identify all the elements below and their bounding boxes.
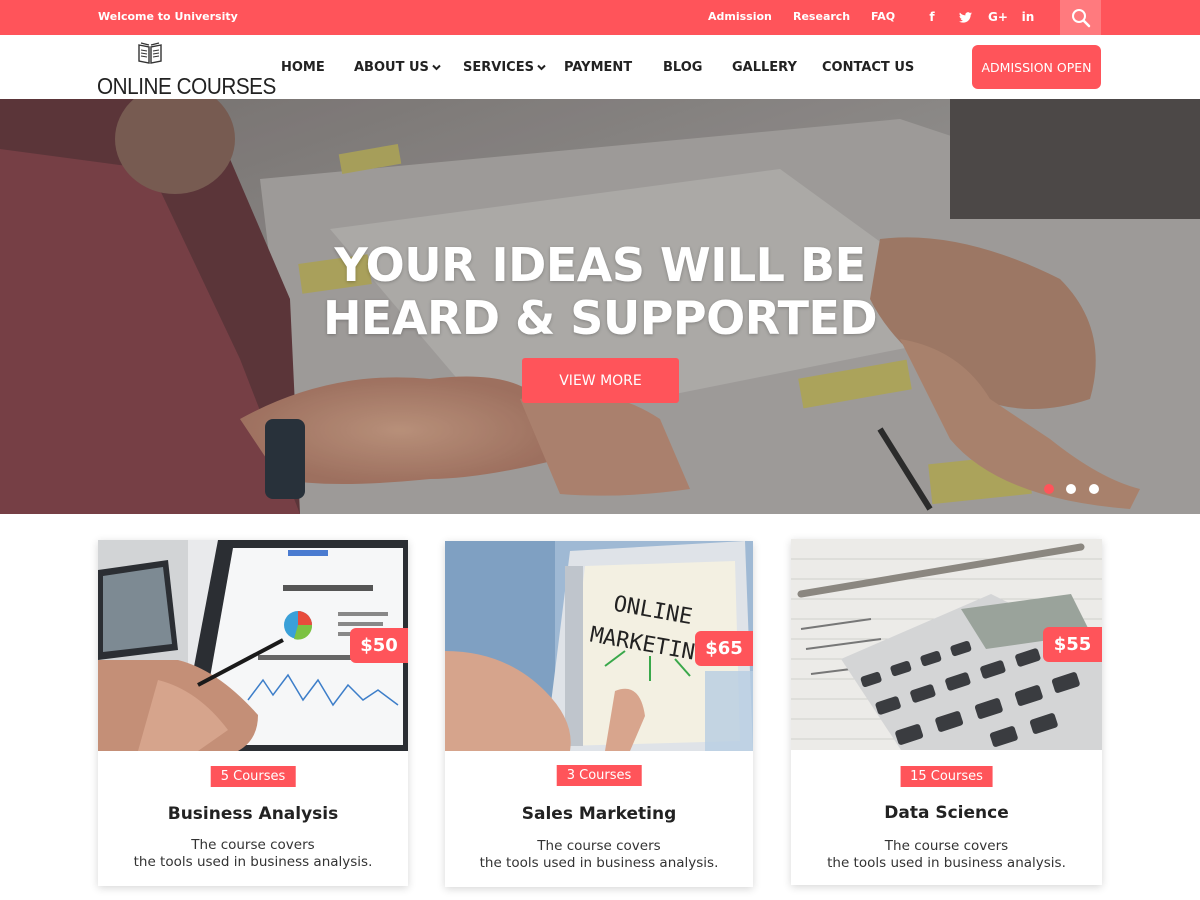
nav-contact-us-label: CONTACT US bbox=[822, 60, 915, 75]
search-icon bbox=[1071, 8, 1090, 27]
course-description: The course covers the tools used in busi… bbox=[791, 838, 1102, 872]
slider-dot-2[interactable] bbox=[1066, 484, 1076, 494]
google-plus-icon[interactable]: G+ bbox=[987, 8, 1009, 26]
price-badge: $65 bbox=[695, 631, 753, 666]
hero-title: YOUR IDEAS WILL BE HEARD & SUPPORTED bbox=[0, 239, 1200, 345]
welcome-text: Welcome to University bbox=[98, 10, 238, 23]
course-card-data-science[interactable]: $55 15 Courses Data Science The course c… bbox=[791, 539, 1102, 885]
course-description-line-2: the tools used in business analysis. bbox=[133, 854, 373, 870]
top-link-research[interactable]: Research bbox=[793, 10, 850, 23]
course-title[interactable]: Business Analysis bbox=[98, 804, 408, 824]
course-title[interactable]: Data Science bbox=[791, 803, 1102, 823]
chevron-down-icon bbox=[537, 64, 546, 71]
nav-blog-label: BLOG bbox=[663, 60, 703, 75]
course-description-line-2: the tools used in business analysis. bbox=[827, 855, 1066, 871]
book-icon bbox=[138, 42, 162, 64]
nav-gallery-label: GALLERY bbox=[732, 60, 797, 75]
price-badge: $50 bbox=[350, 628, 408, 663]
slider-dot-3[interactable] bbox=[1089, 484, 1099, 494]
hero-title-line-1: YOUR IDEAS WILL BE bbox=[334, 238, 866, 292]
nav-payment[interactable]: PAYMENT bbox=[564, 60, 632, 75]
nav-services-label: SERVICES bbox=[463, 60, 534, 75]
twitter-icon[interactable] bbox=[956, 8, 974, 26]
main-header: ONLINE COURSES HOME ABOUT US SERVICES PA… bbox=[0, 35, 1200, 99]
course-title[interactable]: Sales Marketing bbox=[445, 804, 753, 824]
nav-home[interactable]: HOME bbox=[281, 60, 325, 75]
nav-blog[interactable]: BLOG bbox=[663, 60, 702, 75]
view-more-button[interactable]: VIEW MORE bbox=[522, 358, 679, 403]
top-link-admission[interactable]: Admission bbox=[708, 10, 772, 23]
top-bar: Welcome to University Admission Research… bbox=[0, 0, 1200, 35]
top-link-faq[interactable]: FAQ bbox=[871, 10, 895, 23]
course-card-business-analysis[interactable]: $50 5 Courses Business Analysis The cour… bbox=[98, 540, 408, 886]
course-count-badge: 15 Courses bbox=[900, 766, 993, 787]
course-description-line-2: the tools used in business analysis. bbox=[479, 855, 719, 871]
course-card-sales-marketing[interactable]: ONLINE MARKETIN $65 3 Courses Sales Mark… bbox=[445, 541, 753, 887]
course-description: The course covers the tools used in busi… bbox=[445, 838, 753, 872]
course-count-badge: 5 Courses bbox=[210, 766, 296, 787]
nav-gallery[interactable]: GALLERY bbox=[732, 60, 797, 75]
slider-dot-1[interactable] bbox=[1044, 484, 1054, 494]
price-badge: $55 bbox=[1043, 627, 1102, 662]
site-logo[interactable]: ONLINE COURSES bbox=[97, 41, 276, 99]
linkedin-icon[interactable]: in bbox=[1019, 8, 1037, 26]
nav-about-us-label: ABOUT US bbox=[354, 60, 429, 75]
admission-open-button[interactable]: ADMISSION OPEN bbox=[972, 45, 1101, 89]
hero-title-line-2: HEARD & SUPPORTED bbox=[322, 291, 878, 345]
nav-about-us[interactable]: ABOUT US bbox=[354, 60, 441, 75]
course-description-line-1: The course covers bbox=[191, 837, 315, 853]
search-button[interactable] bbox=[1060, 0, 1101, 35]
facebook-icon[interactable]: f bbox=[923, 8, 941, 26]
nav-services[interactable]: SERVICES bbox=[463, 60, 546, 75]
logo-text: ONLINE COURSES bbox=[97, 73, 276, 99]
hero-slider: YOUR IDEAS WILL BE HEARD & SUPPORTED VIE… bbox=[0, 99, 1200, 514]
course-description: The course covers the tools used in busi… bbox=[98, 837, 408, 871]
nav-home-label: HOME bbox=[281, 60, 325, 75]
course-description-line-1: The course covers bbox=[537, 838, 661, 854]
course-description-line-1: The course covers bbox=[884, 838, 1009, 854]
nav-contact-us[interactable]: CONTACT US bbox=[822, 60, 914, 75]
chevron-down-icon bbox=[432, 64, 441, 71]
course-count-badge: 3 Courses bbox=[556, 765, 642, 786]
nav-payment-label: PAYMENT bbox=[564, 60, 633, 75]
